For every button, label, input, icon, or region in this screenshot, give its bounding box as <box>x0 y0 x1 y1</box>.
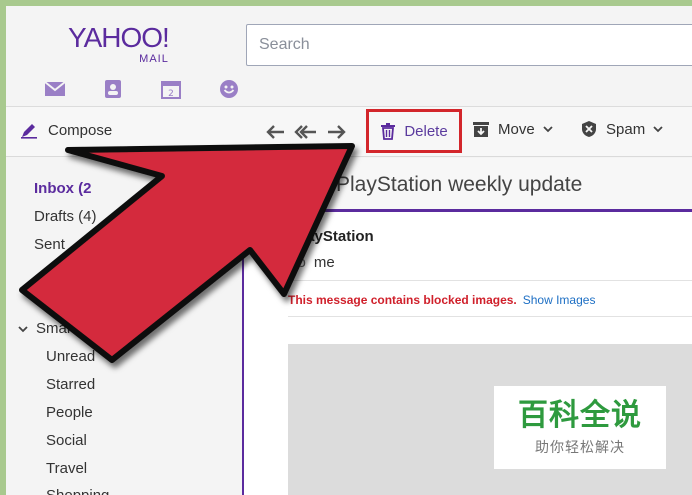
search-input[interactable] <box>247 25 692 65</box>
blocked-images-text: This message contains blocked images. <box>288 293 517 307</box>
messenger-icon[interactable] <box>200 78 258 100</box>
calendar-day: 2 <box>168 89 174 99</box>
divider <box>288 316 692 317</box>
show-images-link[interactable]: Show Images <box>523 293 596 307</box>
sidebar: Inbox (2 Drafts (4) Sent Smart Views Unr… <box>6 158 244 495</box>
pencil-icon <box>21 124 37 139</box>
folder-drafts[interactable]: Drafts (4) <box>34 208 97 225</box>
to-label: To <box>290 254 306 271</box>
app-switcher: 2 <box>26 78 258 100</box>
chevron-down-icon <box>543 126 553 133</box>
move-button[interactable]: Move <box>472 120 553 138</box>
shield-icon <box>582 121 596 137</box>
smart-views-label: Smart Views <box>36 320 120 337</box>
reply-icon[interactable] <box>264 121 288 143</box>
smart-views-toggle[interactable]: Smart Views <box>18 320 120 337</box>
message-recipients: To me <box>290 254 335 271</box>
contacts-icon[interactable] <box>84 78 142 100</box>
smart-view-social[interactable]: Social <box>46 432 87 449</box>
chevron-down-icon <box>18 325 28 332</box>
smart-view-travel[interactable]: Travel <box>46 460 87 477</box>
watermark: 百科全说 助你轻松解决 <box>494 386 666 469</box>
delete-label: Delete <box>404 122 448 140</box>
smart-view-people[interactable]: People <box>46 404 93 421</box>
spam-label: Spam <box>606 120 646 138</box>
delete-button[interactable]: Delete <box>366 109 462 153</box>
subject-bar: PlayStation weekly update <box>244 158 692 212</box>
folder-inbox[interactable]: Inbox (2 <box>34 180 92 197</box>
header: YAHOO! MAIL 2 <box>6 6 692 106</box>
reply-actions <box>264 121 348 143</box>
message-sender[interactable]: PlayStation <box>292 228 374 245</box>
search-box[interactable] <box>246 24 692 66</box>
smart-view-shopping[interactable]: Shopping <box>46 487 109 495</box>
move-label: Move <box>498 120 535 138</box>
forward-icon[interactable] <box>324 121 348 143</box>
folder-sent[interactable]: Sent <box>34 236 65 253</box>
recipient-name[interactable]: me <box>314 254 335 271</box>
calendar-icon[interactable]: 2 <box>142 78 200 100</box>
reply-all-icon[interactable] <box>294 121 318 143</box>
logo-subtext: MAIL <box>139 53 169 65</box>
chevron-down-icon <box>653 126 663 133</box>
yahoo-mail-logo[interactable]: YAHOO! MAIL <box>68 22 170 66</box>
mail-icon[interactable] <box>26 78 84 100</box>
compose-label: Compose <box>48 121 113 139</box>
blocked-images-notice: This message contains blocked images. Sh… <box>288 293 595 307</box>
divider <box>288 280 692 281</box>
trash-icon <box>381 123 396 140</box>
watermark-subtitle: 助你轻松解决 <box>535 439 625 456</box>
move-folder-icon <box>473 122 489 137</box>
logo-text: YAHOO! <box>68 22 170 53</box>
smart-view-unread[interactable]: Unread <box>46 348 95 365</box>
smart-view-starred[interactable]: Starred <box>46 376 95 393</box>
spam-button[interactable]: Spam <box>580 120 663 138</box>
message-subject: PlayStation weekly update <box>336 173 583 196</box>
watermark-title: 百科全说 <box>518 397 642 433</box>
compose-button[interactable]: Compose <box>20 121 112 139</box>
